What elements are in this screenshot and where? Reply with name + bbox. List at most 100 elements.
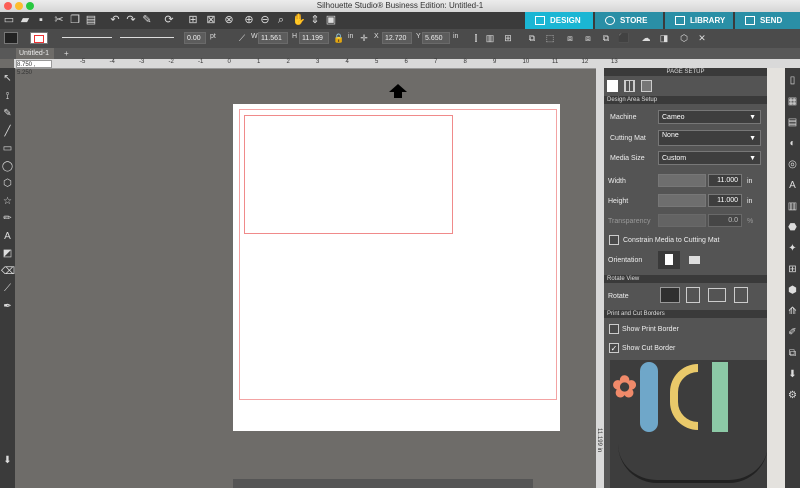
close-toolbar-icon[interactable]: ✕ xyxy=(696,32,708,44)
freehand-select-icon[interactable]: ✎ xyxy=(1,107,14,120)
x-position-input[interactable]: 12.720 xyxy=(382,32,412,44)
show-print-border-checkbox[interactable] xyxy=(609,324,619,334)
orientation-portrait-button[interactable] xyxy=(658,251,680,269)
sketch-icon[interactable]: ⟰ xyxy=(786,305,799,318)
scroll-up-arrow-icon[interactable] xyxy=(388,83,408,99)
knife-icon[interactable]: ⟋ xyxy=(1,282,14,295)
tab-send[interactable]: SEND xyxy=(735,12,800,29)
save-icon[interactable]: ▪ xyxy=(34,13,48,27)
eyedropper-icon[interactable]: ✒ xyxy=(1,300,14,313)
line-icon[interactable]: ╱ xyxy=(1,125,14,138)
zoom-out-icon[interactable]: ⊖ xyxy=(258,13,272,27)
pencil-icon[interactable]: ✏ xyxy=(1,212,14,225)
polygon-icon[interactable]: ⬡ xyxy=(1,177,14,190)
draw-icon[interactable]: ✎ xyxy=(140,13,154,27)
width-input[interactable]: 11.561 xyxy=(258,32,288,44)
deselect-icon[interactable]: ⊠ xyxy=(204,13,218,27)
layers-icon[interactable]: ⧉ xyxy=(786,347,799,360)
group-icon[interactable]: ⧉ xyxy=(526,32,538,44)
orientation-landscape-button[interactable] xyxy=(684,251,706,269)
select-all-icon[interactable]: ⊞ xyxy=(186,13,200,27)
new-document-icon[interactable]: ▭ xyxy=(2,13,16,27)
fill-color-swatch[interactable] xyxy=(4,32,18,44)
zoom-in-icon[interactable]: ⊕ xyxy=(242,13,256,27)
lock-aspect-icon[interactable]: 🔒 xyxy=(333,32,345,44)
ellipse-icon[interactable]: ◯ xyxy=(1,160,14,173)
copy-icon[interactable]: ❐ xyxy=(68,13,82,27)
show-cut-border-checkbox[interactable]: ✓ xyxy=(609,343,619,353)
pan-icon[interactable]: ✋ xyxy=(292,13,306,27)
node-edit-icon[interactable]: ⟟ xyxy=(1,90,14,103)
library-icon[interactable]: ▤ xyxy=(786,116,799,129)
settings-icon[interactable]: ⚙ xyxy=(786,389,799,402)
transparency-input[interactable]: 0.0 xyxy=(708,214,742,227)
library-folder-icon[interactable]: ⬇ xyxy=(1,454,14,467)
page-setup-tab-icon[interactable] xyxy=(607,80,618,92)
trace-icon[interactable]: ✦ xyxy=(786,242,799,255)
eraser-icon[interactable]: ⌫ xyxy=(1,265,15,278)
add-tab-button[interactable]: + xyxy=(64,48,69,59)
transform-icon[interactable]: ⊞ xyxy=(786,263,799,276)
height-slider[interactable] xyxy=(658,194,706,207)
tab-untitled-1[interactable]: Untitled-1 xyxy=(16,48,54,59)
line-style-selector[interactable] xyxy=(62,37,112,38)
star-icon[interactable]: ☆ xyxy=(1,195,14,208)
center-icon[interactable]: ▥ xyxy=(484,32,496,44)
media-size-select[interactable]: Custom ▼ xyxy=(658,151,761,165)
height-input[interactable]: 11.000 xyxy=(708,194,742,207)
offset-icon[interactable]: ⬣ xyxy=(786,221,799,234)
line-panel-icon[interactable]: ◎ xyxy=(786,158,799,171)
fit-to-page-icon[interactable]: ⇕ xyxy=(308,13,322,27)
machine-select[interactable]: Cameo ▼ xyxy=(658,110,761,124)
rotate-90-button[interactable] xyxy=(686,287,700,303)
open-folder-icon[interactable]: ▰ xyxy=(18,13,32,27)
horizontal-scrollbar[interactable] xyxy=(233,479,533,488)
rectangle-icon[interactable]: ▭ xyxy=(1,142,14,155)
send-icon[interactable]: ⬇ xyxy=(786,368,799,381)
width-input[interactable]: 11.000 xyxy=(708,174,742,187)
bring-to-front-icon[interactable]: ⧉ xyxy=(600,32,612,44)
transparency-slider[interactable] xyxy=(658,214,706,227)
fill-icon[interactable]: ◩ xyxy=(1,247,14,260)
grid-icon[interactable]: ▦ xyxy=(786,95,799,108)
rotate-180-button[interactable] xyxy=(708,288,726,302)
fill-panel-icon[interactable]: ◐ xyxy=(786,137,799,150)
refresh-icon[interactable]: ⟳ xyxy=(162,13,176,27)
scissors-icon[interactable]: ✂ xyxy=(52,13,66,27)
fit-to-window-icon[interactable]: ▣ xyxy=(324,13,338,27)
text-icon[interactable]: A xyxy=(1,230,14,243)
text-style-icon[interactable]: A xyxy=(786,179,799,192)
weld-icon[interactable]: ☁ xyxy=(640,32,652,44)
constrain-media-checkbox[interactable] xyxy=(609,235,619,245)
redo-icon[interactable]: ↷ xyxy=(124,13,138,27)
line-thickness-icon[interactable]: ⟋ xyxy=(236,32,248,44)
height-input[interactable]: 11.199 xyxy=(299,32,329,44)
puzzle-icon[interactable]: ✐ xyxy=(786,326,799,339)
tab-library[interactable]: LIBRARY xyxy=(665,12,733,29)
y-position-input[interactable]: 5.650 xyxy=(422,32,450,44)
page-setup-icon[interactable]: ▯ xyxy=(786,74,799,87)
cutting-mat-select[interactable]: None ▼ xyxy=(658,130,761,146)
paste-icon[interactable]: ▤ xyxy=(84,13,98,27)
send-to-back-icon[interactable]: ⬛ xyxy=(618,32,630,44)
add-to-group-icon[interactable]: ⊞ xyxy=(502,32,514,44)
line-join-selector[interactable] xyxy=(120,37,174,38)
rotate-0-button[interactable] xyxy=(660,287,680,303)
modify-icon[interactable]: ⬢ xyxy=(786,284,799,297)
align-icon[interactable]: ⫿ xyxy=(470,32,482,44)
registration-tab-icon[interactable] xyxy=(641,80,652,92)
replicate-icon[interactable]: ⬡ xyxy=(678,32,690,44)
rotate-270-button[interactable] xyxy=(734,287,748,303)
tab-design[interactable]: DESIGN xyxy=(525,12,593,29)
width-slider[interactable] xyxy=(658,174,706,187)
line-width-input[interactable]: 0.00 xyxy=(184,32,206,44)
send-backward-icon[interactable]: ⧈ xyxy=(582,32,594,44)
line-color-swatch[interactable] xyxy=(30,32,48,44)
replicate-icon[interactable]: ▥ xyxy=(786,200,799,213)
offset-icon[interactable]: ◨ xyxy=(658,32,670,44)
grid-tab-icon[interactable] xyxy=(624,80,635,92)
delete-icon[interactable]: ⊗ xyxy=(222,13,236,27)
undo-icon[interactable]: ↶ xyxy=(108,13,122,27)
ungroup-icon[interactable]: ⬚ xyxy=(544,32,556,44)
zoom-select-icon[interactable]: ⌕ xyxy=(274,13,288,27)
